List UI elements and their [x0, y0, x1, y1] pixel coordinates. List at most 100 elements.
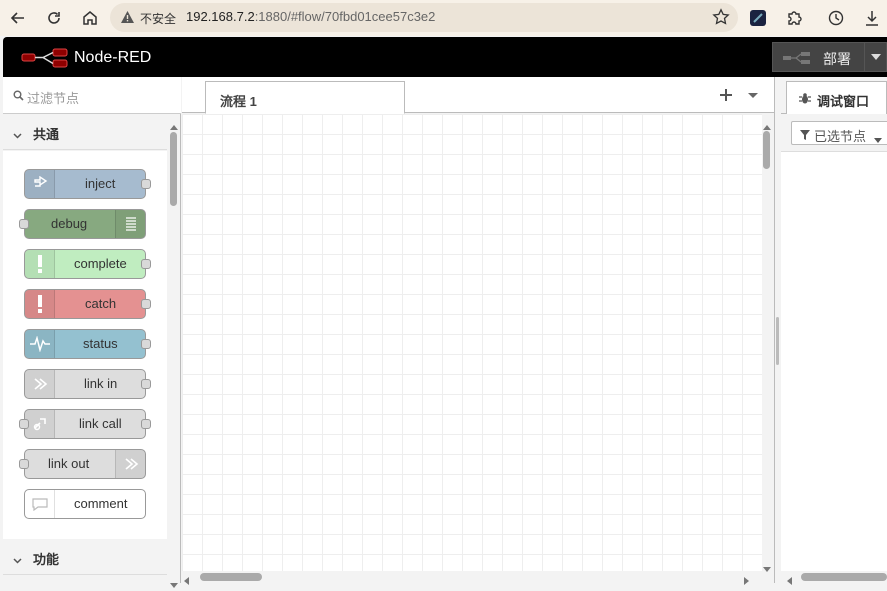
palette-node-status[interactable]: status — [24, 329, 151, 359]
node-label: status — [83, 336, 118, 351]
output-port[interactable] — [141, 259, 151, 269]
debug-toolbar: 已选节点 — [781, 114, 887, 152]
link-out-icon — [115, 450, 145, 478]
search-icon — [13, 89, 24, 104]
app-header: Node-RED 部署 — [3, 37, 887, 77]
resize-grip[interactable] — [776, 317, 779, 365]
scroll-left-icon[interactable] — [787, 573, 792, 588]
input-port[interactable] — [19, 459, 29, 469]
palette-category-common[interactable]: 共通 — [3, 114, 167, 150]
chevron-down-icon — [13, 552, 22, 567]
output-port[interactable] — [141, 339, 151, 349]
node-label: link in — [84, 376, 118, 391]
palette-filter-input[interactable]: 过滤节点 — [3, 77, 181, 114]
home-icon[interactable] — [78, 6, 102, 30]
bookmark-star-icon[interactable] — [712, 8, 730, 29]
canvas-vertical-scrollbar[interactable] — [762, 114, 771, 572]
output-port[interactable] — [141, 179, 151, 189]
download-icon[interactable] — [860, 6, 884, 30]
warning-icon — [120, 10, 135, 27]
pulse-icon — [25, 330, 55, 358]
comment-bubble-icon — [25, 490, 55, 518]
palette-node-list: inject debug complete catch status link … — [3, 151, 167, 541]
node-label: comment — [74, 496, 128, 511]
link-call-icon — [25, 410, 55, 438]
node-label: catch — [85, 296, 117, 311]
debug-list-icon — [115, 210, 145, 238]
output-port[interactable] — [141, 419, 151, 429]
chevron-down-icon — [13, 127, 22, 142]
palette-scrollbar[interactable] — [169, 114, 178, 588]
palette-node-comment[interactable]: comment — [24, 489, 146, 519]
debug-filter-button[interactable]: 已选节点 — [791, 121, 887, 145]
sidebar-tabs: 调试窗口 — [781, 77, 887, 115]
chevron-down-icon — [874, 131, 882, 146]
extension-app-icon[interactable] — [746, 6, 770, 30]
node-palette: 过滤节点 共通 inject debug complete catch stat… — [3, 77, 181, 588]
scroll-right-icon[interactable] — [744, 573, 749, 588]
filter-label: 已选节点 — [814, 129, 867, 144]
link-in-icon — [25, 370, 55, 398]
flow-menu-caret-icon[interactable] — [748, 87, 758, 106]
reload-icon[interactable] — [42, 6, 66, 30]
sidebar-scroll-thumb[interactable] — [801, 573, 887, 581]
address-bar[interactable]: 不安全 192.168.7.2:1880/#flow/70fbd01cee57c… — [110, 3, 738, 32]
palette-node-link-call[interactable]: link call — [19, 409, 151, 439]
deploy-menu-caret-icon[interactable] — [864, 43, 886, 71]
palette-node-complete[interactable]: complete — [24, 249, 151, 279]
inject-arrow-icon — [25, 170, 55, 198]
flow-canvas[interactable] — [182, 114, 762, 571]
palette-node-debug[interactable]: debug — [19, 209, 146, 239]
node-label: link out — [48, 456, 90, 471]
scroll-down-icon[interactable] — [170, 576, 178, 591]
sidebar-scrollbar[interactable] — [781, 571, 887, 585]
app-title: Node-RED — [74, 49, 152, 66]
category-label: 共通 — [33, 127, 60, 142]
deploy-button[interactable]: 部署 — [772, 42, 887, 72]
tab-label: 调试窗口 — [817, 94, 870, 109]
node-label: complete — [74, 256, 127, 271]
deploy-icon — [783, 51, 811, 68]
add-flow-plus-icon[interactable] — [717, 86, 735, 104]
output-port[interactable] — [141, 379, 151, 389]
filter-funnel-icon — [800, 128, 810, 143]
history-icon[interactable] — [824, 6, 848, 30]
sidebar-resize-handle[interactable] — [774, 77, 781, 583]
url-text: 192.168.7.2:1880/#flow/70fbd01cee57c3e2 — [186, 9, 436, 24]
canvas-horizontal-scrollbar[interactable] — [182, 571, 762, 585]
scroll-up-icon[interactable] — [170, 118, 178, 133]
palette-category-function[interactable]: 功能 — [3, 539, 167, 575]
extensions-puzzle-icon[interactable] — [782, 6, 806, 30]
input-port[interactable] — [19, 419, 29, 429]
tab-label: 流程 1 — [220, 94, 257, 109]
deploy-label: 部署 — [823, 51, 851, 67]
palette-node-link-out[interactable]: link out — [19, 449, 146, 479]
node-label: inject — [85, 176, 116, 191]
tab-flow-1[interactable]: 流程 1 — [205, 81, 405, 114]
output-port[interactable] — [141, 299, 151, 309]
exclamation-icon — [25, 250, 55, 278]
node-label: link call — [79, 416, 122, 431]
filter-placeholder: 过滤节点 — [27, 91, 80, 106]
tab-debug[interactable]: 调试窗口 — [786, 81, 887, 115]
exclamation-icon — [25, 290, 55, 318]
node-label: debug — [51, 216, 88, 231]
browser-toolbar: 不安全 192.168.7.2:1880/#flow/70fbd01cee57c… — [0, 0, 887, 36]
insecure-label: 不安全 — [140, 12, 177, 26]
workspace-tabs: 流程 1 — [182, 77, 774, 114]
palette-node-inject[interactable]: inject — [24, 169, 151, 199]
sidebar: 调试窗口 已选节点 — [781, 77, 887, 585]
canvas-v-scroll-thumb[interactable] — [763, 131, 770, 169]
input-port[interactable] — [19, 219, 29, 229]
back-arrow-icon[interactable] — [6, 6, 30, 30]
scroll-down-icon[interactable] — [763, 560, 771, 575]
canvas-h-scroll-thumb[interactable] — [200, 573, 262, 581]
category-label: 功能 — [33, 552, 60, 567]
palette-node-link-in[interactable]: link in — [24, 369, 151, 399]
workspace: 流程 1 — [182, 77, 774, 585]
bug-icon — [799, 92, 811, 108]
node-red-logo-icon — [21, 48, 69, 71]
scroll-left-icon[interactable] — [184, 573, 189, 588]
palette-scroll-thumb[interactable] — [170, 132, 177, 206]
palette-node-catch[interactable]: catch — [24, 289, 151, 319]
